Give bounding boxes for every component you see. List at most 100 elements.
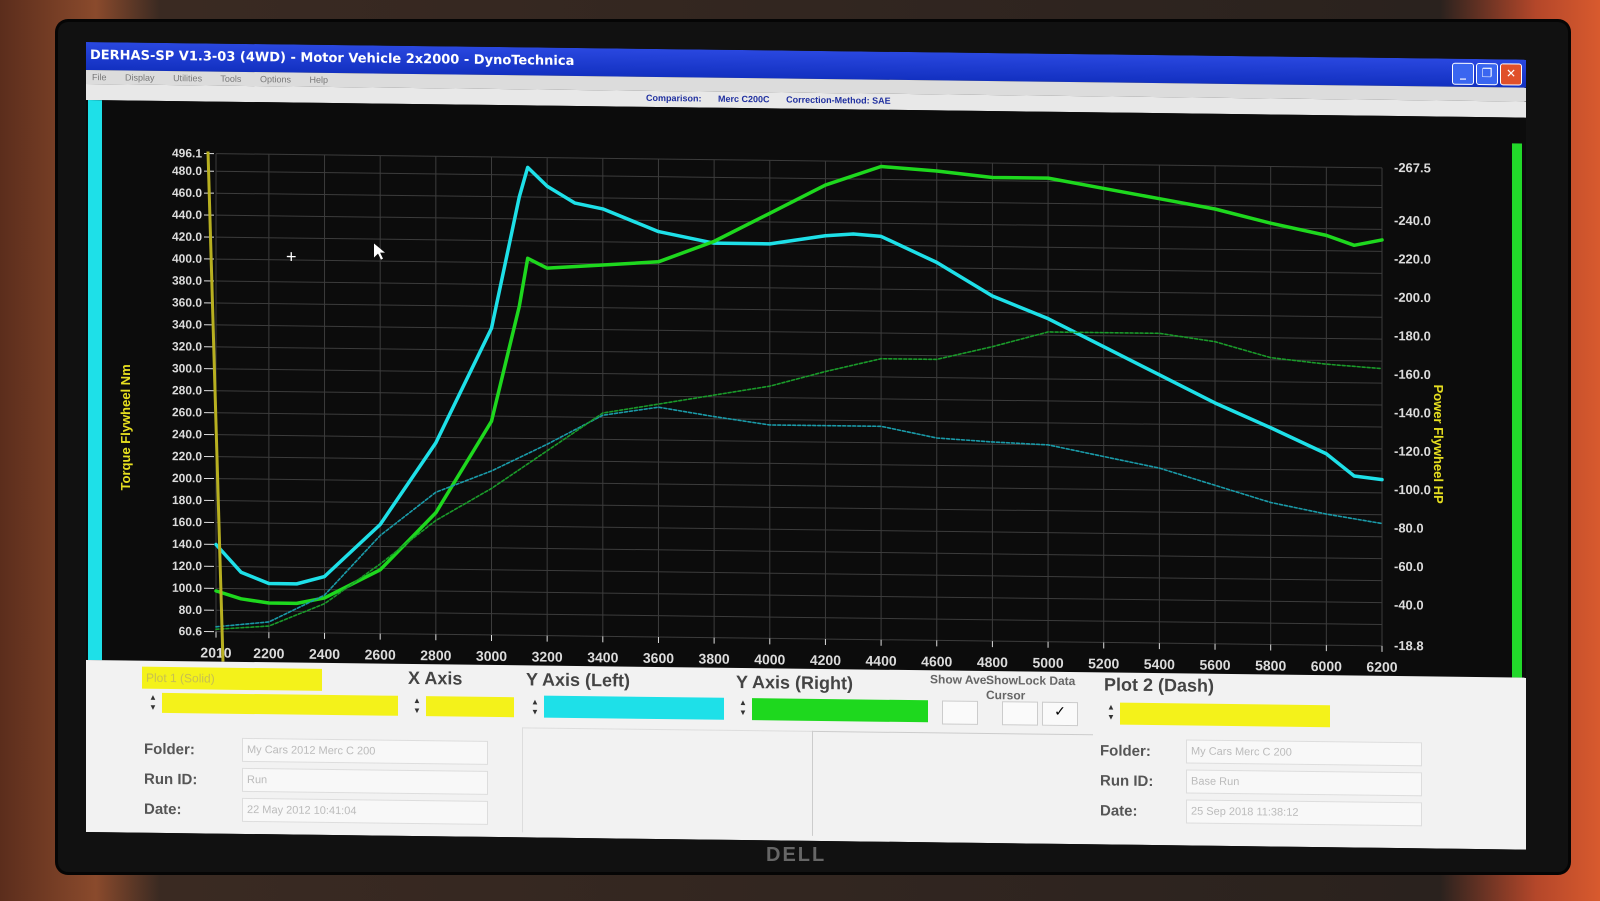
y-left-axis-title: Torque Flywheel Nm (118, 364, 133, 490)
grid-line-horizontal (216, 346, 1382, 362)
y-right-tick-label: -80.0 (1394, 520, 1424, 535)
grid-line-horizontal (216, 324, 1382, 340)
x-tick-label: 3800 (699, 650, 730, 666)
x-tick-label: 4000 (754, 651, 785, 667)
menu-file[interactable]: File (92, 72, 107, 82)
x-tick-label: 4200 (810, 652, 841, 668)
y-left-tick-label: 60.6 (179, 624, 203, 638)
x-tick-label: 5400 (1144, 656, 1175, 672)
grid-line-horizontal (216, 456, 1382, 472)
left-summary-box (522, 727, 813, 836)
left-folder-value: My Cars 2012 Merc C 200 (242, 737, 488, 765)
x-tick-label: 6200 (1366, 659, 1397, 675)
menu-display[interactable]: Display (125, 72, 155, 82)
y-right-tick-label: -220.0 (1394, 251, 1431, 266)
grid-line-horizontal (216, 478, 1382, 494)
y-right-tick-label: -160.0 (1394, 367, 1431, 382)
menu-help[interactable]: Help (310, 75, 329, 85)
grid-line-horizontal (216, 302, 1382, 318)
y-axis-left-header: Y Axis (Left) (526, 669, 631, 691)
plot2-dash-header: Plot 2 (Dash) (1104, 674, 1215, 696)
x-tick-label: 5200 (1088, 655, 1119, 671)
y-right-tick-label: -100.0 (1394, 482, 1431, 497)
right-folder-value: My Cars Merc C 200 (1186, 739, 1422, 767)
plot2-run-select[interactable] (1120, 702, 1330, 728)
plot1-run-select[interactable] (162, 692, 398, 716)
left-runid-value: Run (242, 767, 488, 795)
y-right-tick-label: -240.0 (1394, 213, 1431, 228)
grid-line-horizontal (216, 521, 1382, 538)
show-data-cursor-checkbox[interactable] (1002, 701, 1038, 726)
right-axis-color-bar (1512, 143, 1522, 678)
y-left-tick-label: 240.0 (172, 427, 202, 441)
y-left-spinner-icon[interactable]: ▲ ▼ (530, 697, 540, 717)
y-left-tick-label: 340.0 (172, 317, 202, 331)
plot2-spinner-icon[interactable]: ▲ ▼ (1106, 702, 1116, 722)
close-button[interactable]: ✕ (1500, 63, 1522, 86)
grid-line-horizontal (216, 434, 1382, 450)
x-tick-label: 4800 (977, 654, 1008, 670)
menu-options[interactable]: Options (260, 74, 291, 84)
left-runid-label: Run ID: (144, 770, 198, 789)
y-left-tick-label: 220.0 (172, 449, 202, 463)
menu-utilities[interactable]: Utilities (173, 73, 202, 83)
menu-tools[interactable]: Tools (220, 74, 241, 84)
maximize-button[interactable]: ❐ (1476, 62, 1498, 86)
x-tick-label: 3200 (532, 648, 563, 664)
grid-line-horizontal (216, 609, 1382, 626)
grid-line-horizontal (216, 587, 1382, 604)
x-tick-label: 3400 (587, 649, 618, 665)
y-left-tick-label: 440.0 (172, 208, 202, 222)
right-summary-box (812, 730, 1093, 840)
x-tick-label: 2600 (365, 646, 396, 662)
minimize-button[interactable]: _ (1452, 62, 1474, 85)
dyno-chart-area: 496.1 480.0 460.0 440.0 420.0 400.0 380.0 360.0… (86, 100, 1526, 678)
y-right-tick-label: -60.0 (1394, 559, 1424, 574)
show-ave-checkbox[interactable] (942, 700, 978, 725)
y-right-tick-label: -140.0 (1394, 405, 1431, 420)
comparison-label: Comparison: (646, 92, 702, 104)
y-left-tick-label: 80.0 (179, 603, 203, 617)
plot1-spinner-icon[interactable]: ▲ ▼ (148, 693, 158, 713)
left-folder-label: Folder: (144, 740, 195, 759)
y-right-spinner-icon[interactable]: ▲ ▼ (738, 698, 748, 718)
grid-line-horizontal (216, 565, 1382, 582)
y-right-tick-label: -180.0 (1394, 328, 1431, 343)
y-left-tick-label: 140.0 (172, 537, 202, 551)
grid-line-horizontal (216, 170, 1382, 187)
x-axis-select[interactable] (426, 696, 514, 718)
grid-line-horizontal (216, 280, 1382, 296)
y-right-tick-label: -200.0 (1394, 290, 1431, 305)
x-tick-label: 5000 (1032, 655, 1063, 671)
series-line-1 (214, 165, 1384, 586)
left-date-label: Date: (144, 800, 182, 819)
y-left-tick-label: 400.0 (172, 252, 202, 266)
right-folder-label: Folder: (1100, 742, 1151, 761)
y-axis-right-select[interactable] (752, 698, 928, 723)
window-title: DERHAS-SP V1.3-03 (4WD) - Motor Vehicle … (90, 48, 575, 69)
y-left-tick-label: 460.0 (172, 186, 202, 200)
y-left-tick-label: 200.0 (172, 471, 202, 485)
lock-cursor-checkbox[interactable]: ✓ (1042, 701, 1078, 727)
right-runid-label: Run ID: (1100, 772, 1154, 791)
y-right-tick-label: -267.5 (1394, 160, 1431, 175)
plot1-solid-button[interactable]: Plot 1 (Solid) (142, 666, 322, 691)
left-date-value: 22 May 2012 10:41:04 (242, 797, 488, 825)
x-tick-label: 3600 (643, 650, 674, 666)
left-axis-color-bar (88, 100, 102, 661)
y-left-tick-label: 180.0 (172, 493, 202, 507)
show-ave-label: Show Ave. (930, 672, 990, 688)
dyno-chart[interactable]: 496.1 480.0 460.0 440.0 420.0 400.0 380.0 360.0… (86, 100, 1526, 678)
x-tick-label: 2200 (253, 645, 284, 661)
grid-line-horizontal (216, 258, 1382, 274)
y-right-axis-title: Power Flywheel HP (1431, 384, 1446, 504)
x-tick-label: 3000 (476, 648, 507, 664)
grid-line-horizontal (216, 214, 1382, 230)
right-date-label: Date: (1100, 802, 1138, 820)
y-left-tick-label: 360.0 (172, 295, 202, 309)
y-axis-left-select[interactable] (544, 695, 724, 720)
x-axis-spinner-icon[interactable]: ▲ ▼ (412, 696, 422, 716)
y-left-tick-label: 260.0 (172, 405, 202, 419)
y-right-tick-label: -120.0 (1394, 443, 1431, 458)
y-left-tick-label: 480.0 (172, 164, 202, 178)
